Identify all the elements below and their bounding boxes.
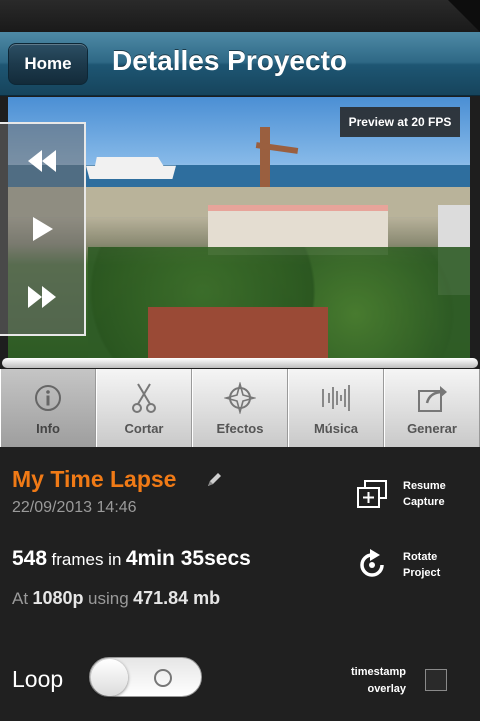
tab-efectos-label: Efectos	[216, 420, 264, 436]
timestamp-line1: timestamp	[350, 666, 406, 678]
loop-toggle[interactable]	[89, 657, 202, 697]
frames-summary: 548 frames in 4min 35secs	[12, 547, 251, 571]
resolution: 1080p	[32, 588, 84, 608]
using-text: using	[88, 589, 129, 608]
resume-capture-line1: Resume	[403, 480, 446, 492]
tab-info[interactable]: Info	[0, 369, 96, 447]
tab-generar-label: Generar	[407, 420, 457, 436]
duration: 4min 35secs	[125, 547, 251, 570]
tab-efectos[interactable]: Efectos	[192, 369, 288, 447]
tab-bar: Info Cortar Efectos Música Generar	[0, 369, 480, 447]
tab-cortar[interactable]: Cortar	[96, 369, 192, 447]
rotate-project-line1: Rotate	[403, 551, 438, 563]
loop-toggle-knob[interactable]	[91, 659, 128, 696]
export-icon	[415, 381, 449, 415]
resume-capture-icon	[355, 477, 389, 511]
navigation-bar: Home Detalles Proyecto	[0, 32, 480, 96]
tab-info-label: Info	[36, 420, 60, 436]
fps-badge: Preview at 20 FPS	[340, 107, 460, 137]
timestamp-overlay-label: timestamp overlay	[351, 664, 406, 698]
playback-controls	[0, 122, 86, 336]
frame-count: 548	[12, 547, 48, 570]
rotate-project-line2: Project	[403, 567, 441, 579]
info-icon	[31, 381, 65, 415]
tab-cortar-label: Cortar	[124, 420, 164, 436]
tab-musica[interactable]: Música	[288, 369, 384, 447]
preview-ship	[86, 157, 176, 179]
status-strip	[0, 0, 480, 32]
loop-label: Loop	[12, 666, 64, 692]
rotate-icon	[355, 548, 389, 582]
rotate-project-button[interactable]: Rotate Project	[355, 548, 440, 582]
rewind-button[interactable]	[0, 128, 84, 198]
rewind-icon	[25, 147, 59, 180]
resume-capture-button[interactable]: Resume Capture	[355, 477, 446, 511]
music-icon	[319, 381, 353, 415]
resume-capture-label: Resume Capture	[403, 478, 446, 510]
at-text: At	[12, 589, 29, 608]
project-date: 22/09/2013 14:46	[12, 499, 137, 516]
tab-generar[interactable]: Generar	[384, 369, 480, 447]
corner-fold	[448, 0, 480, 32]
resolution-summary: At 1080p using 471.84 mb	[12, 588, 220, 609]
timeline-scrubber[interactable]	[2, 358, 478, 368]
fast-forward-icon	[25, 283, 59, 316]
effects-icon	[223, 381, 257, 415]
play-icon	[25, 215, 59, 248]
play-button[interactable]	[0, 196, 84, 266]
project-info-panel: My Time Lapse 22/09/2013 14:46 548 frame…	[0, 447, 480, 721]
tab-musica-label: Música	[313, 420, 359, 436]
fast-forward-button[interactable]	[0, 264, 84, 334]
timestamp-line2: overlay	[367, 683, 406, 695]
project-title: My Time Lapse	[12, 466, 177, 492]
scissors-icon	[127, 381, 161, 415]
pencil-icon[interactable]	[205, 471, 223, 489]
timestamp-overlay-checkbox[interactable]	[425, 669, 447, 691]
page-title: Detalles Proyecto	[112, 45, 347, 76]
home-button[interactable]: Home	[8, 43, 88, 85]
preview-roofs	[148, 307, 328, 359]
frames-in-text: frames in	[51, 550, 122, 569]
preview-crane	[260, 127, 270, 187]
toggle-off-icon	[154, 669, 172, 687]
resume-capture-line2: Capture	[403, 496, 445, 508]
file-size: 471.84 mb	[133, 588, 221, 608]
rotate-project-label: Rotate Project	[403, 549, 440, 581]
